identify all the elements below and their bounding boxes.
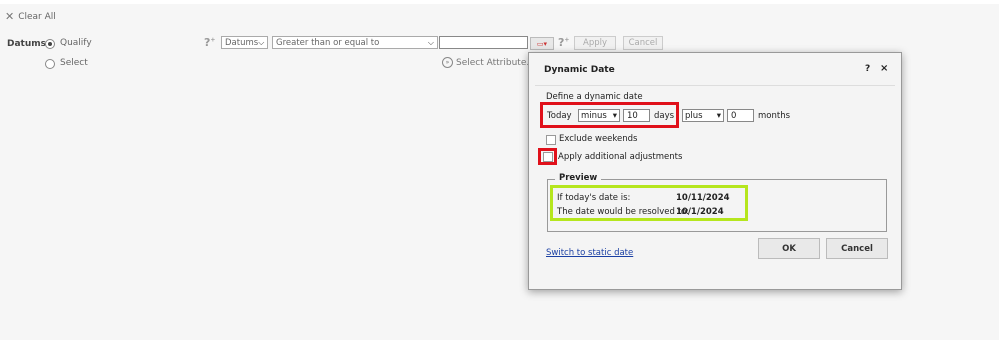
exclude-weekends-label: Exclude weekends [559,134,638,144]
attribute-dropdown-value: Datums [225,37,259,48]
dialog-cancel-button[interactable]: Cancel [826,238,888,259]
chevron-down-icon: ⌵ [427,37,434,47]
close-icon[interactable]: × [880,63,888,74]
switch-to-static-date-link[interactable]: Switch to static date [546,248,633,258]
chevron-right-icon: » [442,57,453,68]
apply-adjustments-label: Apply additional adjustments [558,152,683,162]
field-label: Datums [7,39,46,49]
months-input[interactable]: 0 [727,109,754,122]
days-label: days [654,111,675,121]
operator-dropdown[interactable]: Greater than or equal to ⌵ [272,36,438,49]
preview-today-label: If today's date is: [557,193,631,203]
preview-resolved-value: 10/1/2024 [676,207,724,217]
calendar-button[interactable]: ▭▾ [530,37,554,50]
today-label: Today [547,111,572,121]
chevron-down-icon: ▾ [612,110,617,121]
qualify-label: Qualify [60,38,92,48]
define-label: Define a dynamic date [546,92,643,102]
select-attribute-link[interactable]: » Select Attribute... [442,57,535,68]
close-icon: ✕ [5,10,15,23]
preview-today-value: 10/11/2024 [676,193,730,203]
help-icon[interactable]: ?+ [558,36,569,49]
help-icon[interactable]: ? [865,64,870,74]
ok-button[interactable]: OK [758,238,820,259]
chevron-down-icon: ⌵ [258,37,265,47]
exclude-weekends-checkbox[interactable] [546,135,556,145]
top-strip [0,0,999,4]
select-label: Select [60,58,88,68]
clear-all-label: Clear All [18,11,56,22]
divider [535,85,895,86]
help-icon[interactable]: ?+ [204,36,215,49]
clear-all-button[interactable]: ✕ Clear All [5,10,56,23]
select-attribute-label: Select Attribute... [456,57,535,68]
value-input[interactable] [439,36,528,49]
days-input[interactable]: 10 [623,109,650,122]
months-label: months [758,111,791,121]
dialog-title: Dynamic Date [544,65,615,75]
calendar-icon: ▭▾ [536,39,548,48]
dynamic-date-dialog: Dynamic Date ? × Define a dynamic date T… [528,52,902,290]
apply-adjustments-checkbox[interactable] [543,152,553,162]
operator-dropdown-value: Greater than or equal to [276,37,380,48]
select-radio[interactable] [45,59,55,69]
operator-select-2[interactable]: plus ▾ [682,109,724,122]
preview-resolved-label: The date would be resolved to: [557,207,689,217]
apply-button[interactable]: Apply [574,36,616,50]
operator-select[interactable]: minus ▾ [578,109,620,122]
chevron-down-icon: ▾ [716,110,721,121]
cancel-button[interactable]: Cancel [623,36,663,50]
attribute-dropdown[interactable]: Datums ⌵ [221,36,268,49]
qualify-radio[interactable] [45,39,55,49]
preview-legend: Preview [555,173,602,183]
